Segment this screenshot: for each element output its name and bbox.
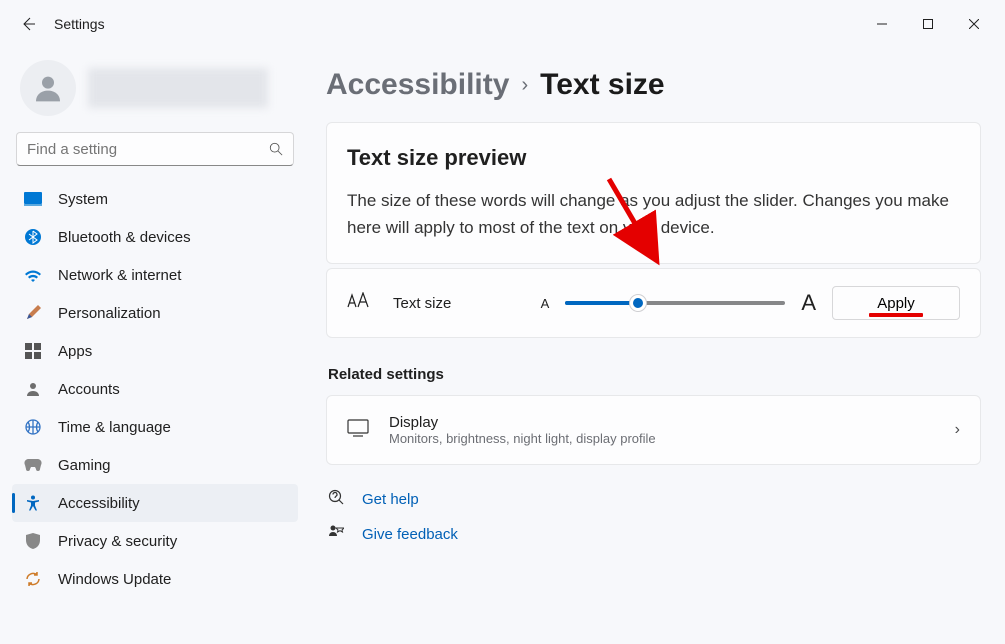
profile-name-redacted <box>88 68 268 108</box>
avatar <box>20 60 76 116</box>
titlebar: Settings <box>0 0 1005 48</box>
help-links: Get help Give feedback <box>326 489 981 545</box>
text-size-icon <box>347 292 369 315</box>
accounts-icon <box>24 380 42 398</box>
system-icon <box>24 190 42 208</box>
content-area: Accessibility › Text size Text size prev… <box>310 48 1005 644</box>
give-feedback-link[interactable]: Give feedback <box>328 524 981 545</box>
nav-bluetooth[interactable]: Bluetooth & devices <box>12 218 298 256</box>
maximize-icon <box>923 19 933 29</box>
nav-label: Windows Update <box>58 571 171 588</box>
bluetooth-icon <box>24 228 42 246</box>
chevron-right-icon: › <box>955 421 960 439</box>
search-box[interactable] <box>16 132 294 166</box>
nav-time-language[interactable]: Time & language <box>12 408 298 446</box>
sidebar: System Bluetooth & devices Network & int… <box>0 48 310 644</box>
small-a-label: A <box>541 296 550 311</box>
brush-icon <box>24 304 42 322</box>
nav-accessibility[interactable]: Accessibility <box>12 484 298 522</box>
get-help-label: Get help <box>362 491 419 508</box>
breadcrumb-parent[interactable]: Accessibility <box>326 68 509 102</box>
text-size-row: Text size A A Apply <box>326 268 981 338</box>
feedback-icon <box>328 524 344 545</box>
shield-icon <box>24 532 42 550</box>
related-display-title: Display <box>389 414 656 431</box>
window-title: Settings <box>54 16 105 32</box>
nav-personalization[interactable]: Personalization <box>12 294 298 332</box>
slider-fill <box>565 301 638 305</box>
nav-label: Accessibility <box>58 495 140 512</box>
profile-block[interactable] <box>12 56 298 132</box>
nav-label: Accounts <box>58 381 120 398</box>
apply-button[interactable]: Apply <box>832 286 960 320</box>
chevron-right-icon: › <box>521 74 528 97</box>
related-heading: Related settings <box>328 366 981 383</box>
accessibility-icon <box>24 494 42 512</box>
apply-label: Apply <box>877 295 915 312</box>
close-button[interactable] <box>951 8 997 40</box>
preview-title: Text size preview <box>347 145 960 171</box>
nav-label: Personalization <box>58 305 161 322</box>
wifi-icon <box>24 266 42 284</box>
person-icon <box>32 72 64 104</box>
text-size-slider[interactable] <box>565 293 785 313</box>
breadcrumb-current: Text size <box>540 68 665 102</box>
close-icon <box>969 19 979 29</box>
nav-label: Bluetooth & devices <box>58 229 191 246</box>
window-controls <box>859 8 997 40</box>
nav-accounts[interactable]: Accounts <box>12 370 298 408</box>
apps-icon <box>24 342 42 360</box>
update-icon <box>24 570 42 588</box>
nav-label: Privacy & security <box>58 533 177 550</box>
preview-card: Text size preview The size of these word… <box>326 122 981 264</box>
related-display-row[interactable]: Display Monitors, brightness, night ligh… <box>326 395 981 465</box>
nav-system[interactable]: System <box>12 180 298 218</box>
minimize-icon <box>877 19 887 29</box>
related-display-subtitle: Monitors, brightness, night light, displ… <box>389 431 656 446</box>
back-button[interactable] <box>8 4 48 44</box>
nav-privacy[interactable]: Privacy & security <box>12 522 298 560</box>
give-feedback-label: Give feedback <box>362 526 458 543</box>
nav-network[interactable]: Network & internet <box>12 256 298 294</box>
nav-apps[interactable]: Apps <box>12 332 298 370</box>
maximize-button[interactable] <box>905 8 951 40</box>
search-icon <box>269 142 283 156</box>
breadcrumb: Accessibility › Text size <box>326 56 981 122</box>
clock-globe-icon <box>24 418 42 436</box>
gamepad-icon <box>24 456 42 474</box>
nav-label: System <box>58 191 108 208</box>
annotation-underline <box>869 313 923 317</box>
nav-label: Network & internet <box>58 267 181 284</box>
nav-list: System Bluetooth & devices Network & int… <box>12 180 298 598</box>
arrow-left-icon <box>20 16 36 32</box>
minimize-button[interactable] <box>859 8 905 40</box>
text-size-label: Text size <box>393 295 451 312</box>
help-icon <box>328 489 344 510</box>
display-icon <box>347 419 369 442</box>
nav-windows-update[interactable]: Windows Update <box>12 560 298 598</box>
slider-thumb[interactable] <box>629 294 647 312</box>
nav-label: Gaming <box>58 457 111 474</box>
get-help-link[interactable]: Get help <box>328 489 981 510</box>
nav-gaming[interactable]: Gaming <box>12 446 298 484</box>
nav-label: Apps <box>58 343 92 360</box>
preview-body: The size of these words will change as y… <box>347 187 960 241</box>
search-input[interactable] <box>27 141 269 158</box>
nav-label: Time & language <box>58 419 171 436</box>
big-a-label: A <box>801 290 816 316</box>
